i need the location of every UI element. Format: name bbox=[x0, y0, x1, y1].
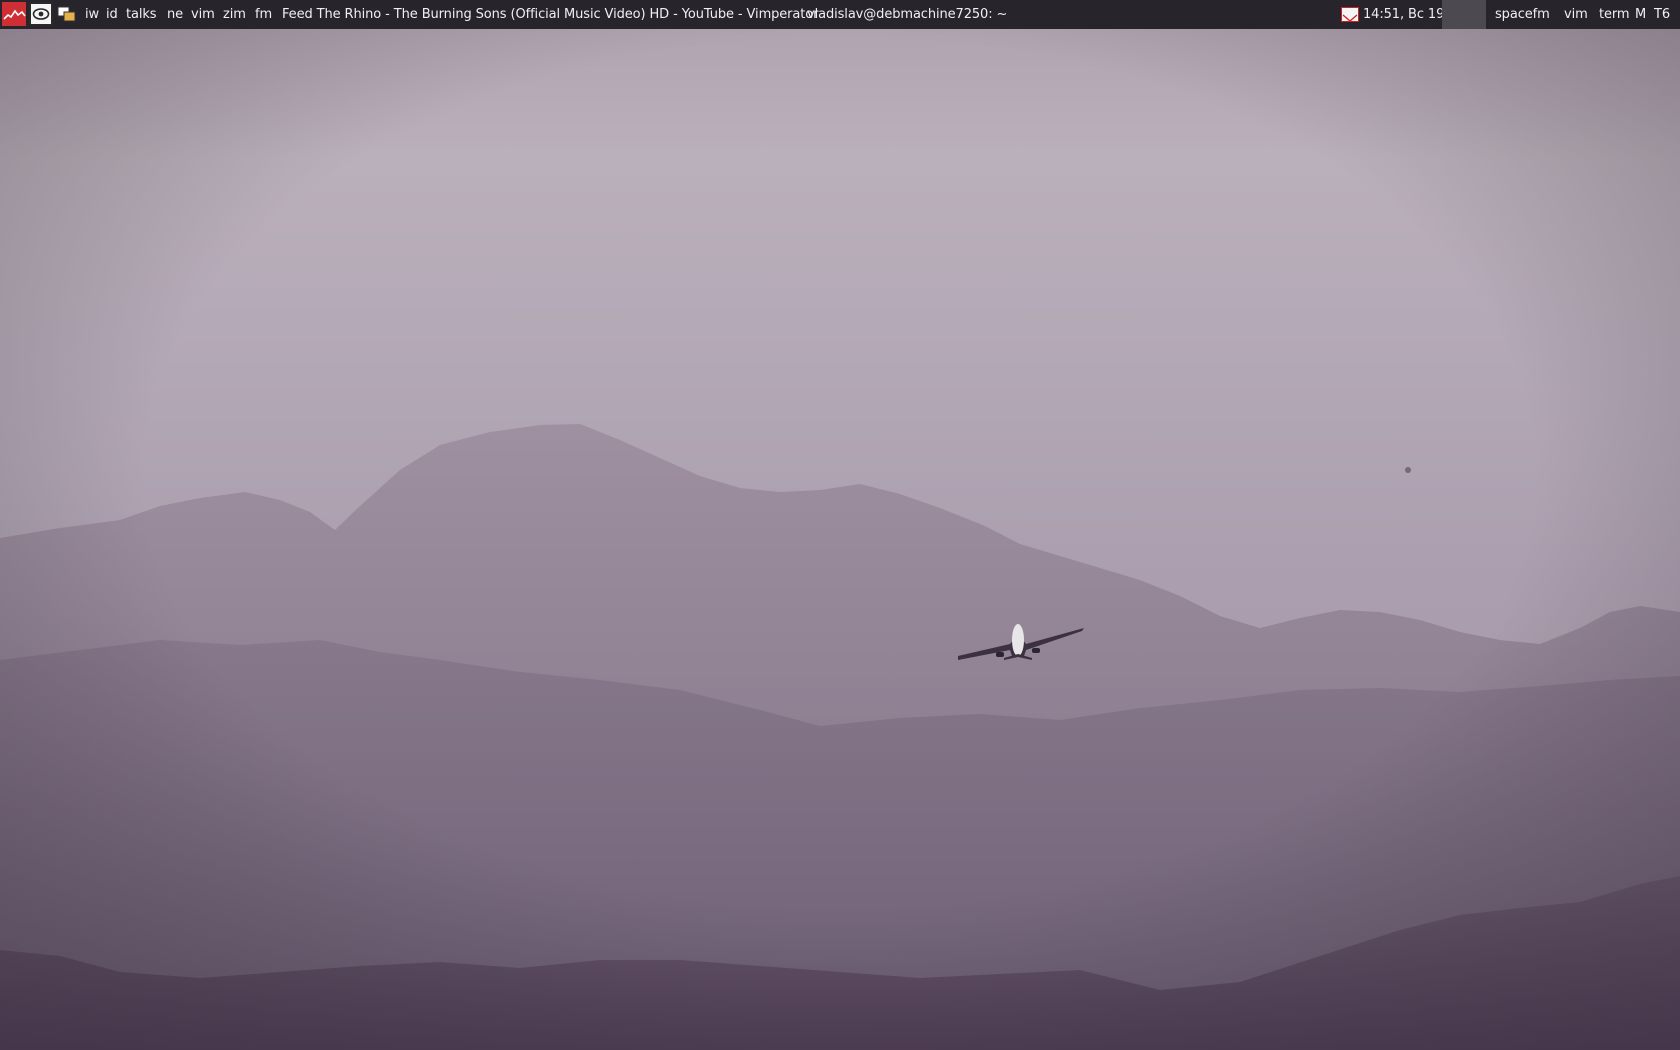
distant-bird bbox=[1405, 467, 1411, 473]
window-title-terminal[interactable]: vladislav@debmachine7250: ~ bbox=[807, 0, 1007, 29]
active-workspace-indicator[interactable] bbox=[1442, 0, 1486, 29]
workspace-m[interactable]: M bbox=[1635, 0, 1646, 29]
tag-iw[interactable]: iw bbox=[85, 0, 99, 29]
desktop: iw id talks ne vim zim fm Feed The Rhino… bbox=[0, 0, 1680, 1050]
mountain-wallpaper bbox=[0, 0, 1680, 1050]
tag-fm[interactable]: fm bbox=[255, 0, 272, 29]
workspace-term[interactable]: term bbox=[1599, 0, 1630, 29]
workspace-spacefm[interactable]: spacefm bbox=[1495, 0, 1550, 29]
tag-ne[interactable]: ne bbox=[167, 0, 183, 29]
tag-zim[interactable]: zim bbox=[223, 0, 246, 29]
clock[interactable]: 14:51, Вс 19 bbox=[1363, 0, 1444, 29]
top-panel: iw id talks ne vim zim fm Feed The Rhino… bbox=[0, 0, 1680, 29]
mail-icon[interactable] bbox=[1341, 7, 1359, 22]
stacked-windows-icon[interactable] bbox=[55, 2, 79, 26]
workspace-vim[interactable]: vim bbox=[1564, 0, 1588, 29]
workspace-t6[interactable]: T6 bbox=[1654, 0, 1670, 29]
tag-talks[interactable]: talks bbox=[126, 0, 157, 29]
tag-id[interactable]: id bbox=[106, 0, 118, 29]
eye-viewer-icon[interactable] bbox=[29, 2, 53, 26]
tag-vim[interactable]: vim bbox=[191, 0, 215, 29]
window-title-browser[interactable]: Feed The Rhino - The Burning Sons (Offic… bbox=[282, 0, 818, 29]
activity-graph-icon[interactable] bbox=[2, 2, 26, 26]
